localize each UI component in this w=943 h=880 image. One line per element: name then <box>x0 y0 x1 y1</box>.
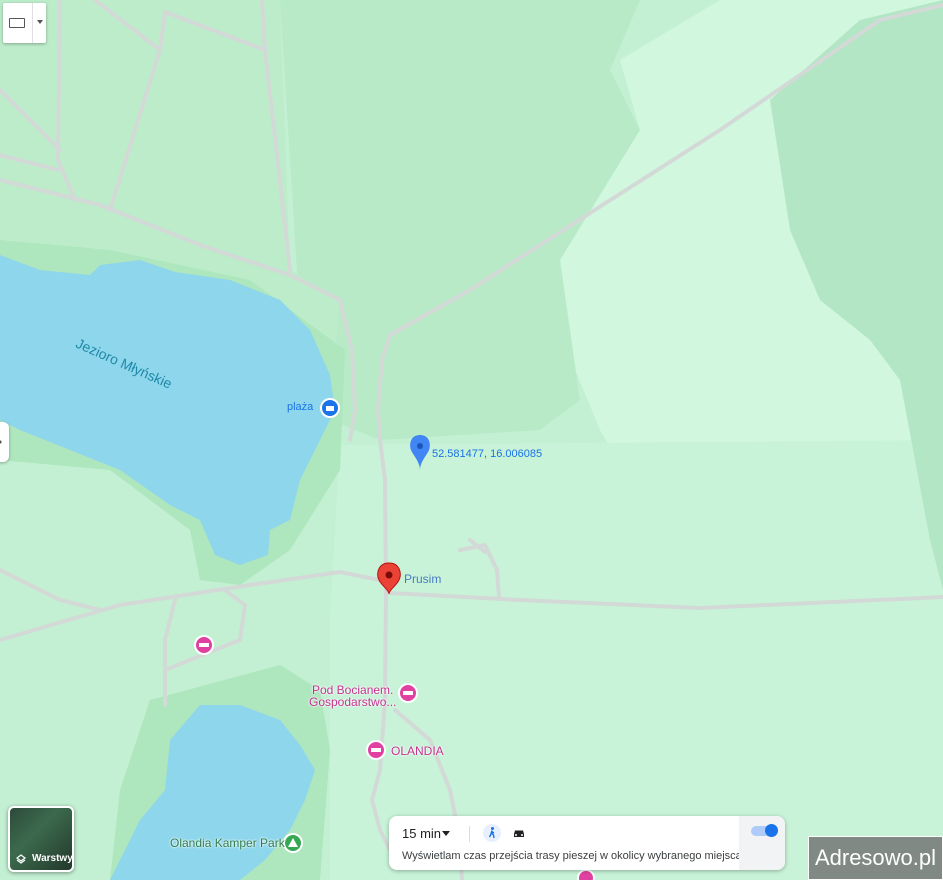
beach-icon[interactable] <box>320 398 340 418</box>
beach-label[interactable]: plaża <box>287 401 313 413</box>
campground-icon[interactable] <box>283 833 303 853</box>
toggle-section <box>739 816 785 870</box>
walk-mode-button[interactable] <box>483 824 501 842</box>
coordinates-label: 52.581477, 16.006085 <box>432 448 543 460</box>
hotel-icon[interactable] <box>398 683 418 703</box>
map-canvas[interactable] <box>0 0 943 880</box>
walk-icon <box>488 827 495 839</box>
car-icon <box>514 830 524 837</box>
hotel-icon[interactable] <box>194 635 214 655</box>
meadow-area <box>330 440 943 880</box>
hotel-icon[interactable] <box>577 869 595 880</box>
layers-button[interactable]: Warstwy <box>8 806 74 872</box>
divider <box>469 826 470 842</box>
camping-label[interactable]: Olandia Kamper Park <box>170 836 285 850</box>
travel-time-panel: 15 min Wyświetlam czas przejścia trasy p… <box>389 816 785 870</box>
keyboard-icon <box>9 18 25 28</box>
lodging-label[interactable]: Pod Bocianem. Gospodarstwo... <box>309 684 396 708</box>
keyboard-button[interactable] <box>3 3 46 43</box>
chevron-down-icon[interactable] <box>442 831 450 836</box>
village-label[interactable]: Prusim <box>404 572 441 586</box>
travel-description: Wyświetlam czas przejścia trasy pieszej … <box>402 850 742 862</box>
watermark: Adresowo.pl <box>808 836 943 880</box>
chevron-down-icon[interactable] <box>37 20 43 24</box>
car-mode-button[interactable] <box>511 825 527 846</box>
lodging-label[interactable]: OLANDIA <box>391 744 444 758</box>
collapse-panel-button[interactable] <box>0 422 9 462</box>
travel-toggle[interactable] <box>751 824 778 837</box>
travel-time-select[interactable]: 15 min <box>402 826 441 841</box>
toggle-knob <box>765 824 778 837</box>
divider <box>32 3 33 43</box>
hotel-icon[interactable] <box>366 740 386 760</box>
layers-label: Warstwy <box>32 853 73 864</box>
layers-icon <box>16 854 26 864</box>
